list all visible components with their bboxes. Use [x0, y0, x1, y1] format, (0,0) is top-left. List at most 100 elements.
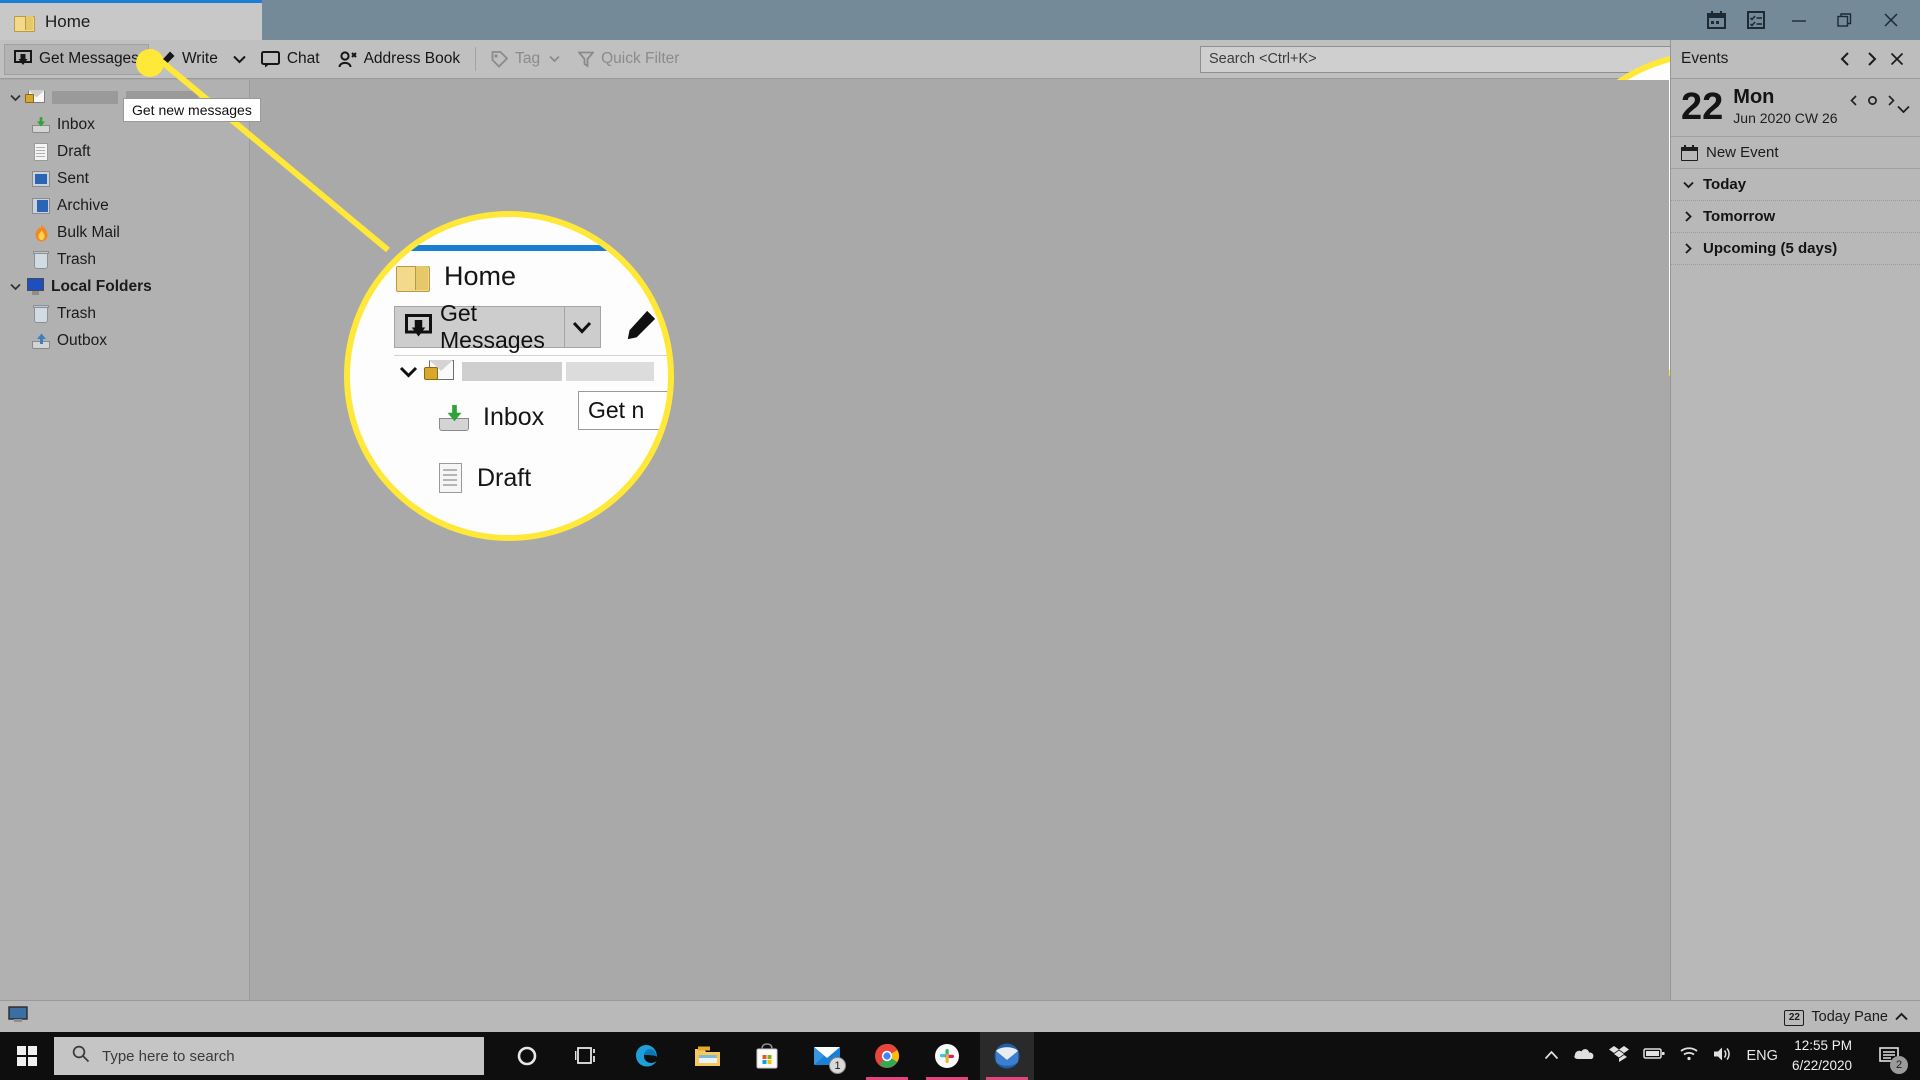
- taskbar-clock[interactable]: 12:55 PM 6/22/2020: [1792, 1036, 1852, 1075]
- events-group-label: Upcoming (5 days): [1703, 240, 1838, 257]
- magnifier-inbox-row: Inbox: [438, 403, 544, 432]
- sidebar-item-draft[interactable]: Draft: [0, 138, 249, 165]
- date-prev-button[interactable]: [1849, 93, 1858, 109]
- quick-filter-button[interactable]: Quick Filter: [569, 44, 688, 75]
- slack-icon[interactable]: [920, 1032, 974, 1080]
- write-dropdown-button[interactable]: [227, 44, 252, 75]
- sidebar-item-label: Local Folders: [51, 277, 152, 295]
- chevron-down-icon[interactable]: [6, 94, 24, 102]
- mail-icon[interactable]: 1: [800, 1032, 854, 1080]
- tooltip-text: Get new messages: [132, 102, 252, 118]
- inbox-icon: [30, 116, 52, 133]
- chevron-right-icon[interactable]: [1681, 211, 1695, 222]
- tasks-icon[interactable]: [1736, 0, 1776, 40]
- today-pane-label[interactable]: Today Pane: [1811, 1009, 1888, 1025]
- folder-pane: Inbox Draft Sent Archive Bulk Mail Trash…: [0, 80, 250, 1000]
- events-title: Events: [1681, 50, 1729, 67]
- chevron-down-icon[interactable]: [6, 283, 24, 291]
- cortana-icon[interactable]: [500, 1032, 554, 1080]
- file-explorer-icon[interactable]: [680, 1032, 734, 1080]
- tag-icon: [491, 50, 509, 68]
- sidebar-item-outbox[interactable]: Outbox: [0, 327, 249, 354]
- close-button[interactable]: [1868, 0, 1914, 40]
- address-book-label: Address Book: [363, 50, 461, 67]
- chevron-right-icon[interactable]: [1681, 243, 1695, 254]
- events-prev-button[interactable]: [1832, 46, 1858, 72]
- chevron-down-icon[interactable]: [1681, 181, 1695, 189]
- onedrive-icon[interactable]: [1573, 1046, 1595, 1066]
- magnifier-account-row: [394, 360, 654, 383]
- clock-date: 6/22/2020: [1791, 1058, 1852, 1073]
- tag-button[interactable]: Tag: [482, 44, 569, 75]
- sidebar-item-local-trash[interactable]: Trash: [0, 300, 249, 327]
- sidebar-item-bulk-mail[interactable]: Bulk Mail: [0, 219, 249, 246]
- sidebar-item-local-folders[interactable]: Local Folders: [0, 273, 249, 300]
- windows-logo-icon: [17, 1046, 37, 1066]
- chevron-up-icon[interactable]: [1895, 1009, 1908, 1025]
- task-view-icon[interactable]: [560, 1032, 614, 1080]
- events-expand-caret[interactable]: [1897, 101, 1910, 119]
- sidebar-item-sent[interactable]: Sent: [0, 165, 249, 192]
- address-book-button[interactable]: Address Book: [329, 44, 470, 75]
- language-indicator[interactable]: ENG: [1747, 1048, 1778, 1064]
- search-placeholder: Search <Ctrl+K>: [1209, 51, 1317, 67]
- date-next-button[interactable]: [1887, 93, 1895, 109]
- inbox-icon: [438, 404, 470, 431]
- status-indicator-icon: [8, 1005, 28, 1028]
- volume-icon[interactable]: [1713, 1046, 1733, 1067]
- chat-button[interactable]: Chat: [252, 44, 329, 75]
- sidebar-item-label: Inbox: [57, 115, 95, 133]
- events-group-upcoming[interactable]: Upcoming (5 days): [1671, 233, 1920, 265]
- events-group-tomorrow[interactable]: Tomorrow: [1671, 201, 1920, 233]
- titlebar-right-controls: [1696, 0, 1920, 40]
- chevron-down-icon: [233, 55, 246, 63]
- minimize-button[interactable]: [1776, 0, 1822, 40]
- chat-bubble-icon: [260, 50, 280, 67]
- maximize-button[interactable]: [1822, 0, 1868, 40]
- events-close-button[interactable]: [1884, 46, 1910, 72]
- tab-home[interactable]: Home: [0, 0, 262, 40]
- trash-icon: [30, 250, 52, 269]
- get-messages-button[interactable]: Get Messages: [4, 43, 149, 75]
- sidebar-item-label: Outbox: [57, 331, 107, 349]
- envelope-lock-icon: [424, 360, 454, 383]
- events-group-today[interactable]: Today: [1671, 169, 1920, 201]
- magnifier-account-redacted-2: [566, 362, 654, 381]
- dropbox-icon[interactable]: [1608, 1045, 1629, 1068]
- show-hidden-icons-button[interactable]: [1544, 1047, 1559, 1065]
- magnifier-inbox-label: Inbox: [483, 403, 545, 431]
- today-pane-day: 22: [1788, 1011, 1800, 1023]
- magnifier-get-messages-button: Get Messages: [394, 300, 601, 353]
- folder-icon: [396, 263, 430, 292]
- notifications-button[interactable]: 2: [1866, 1032, 1912, 1080]
- wifi-icon[interactable]: [1679, 1046, 1699, 1066]
- download-tray-icon: [405, 313, 432, 341]
- battery-icon[interactable]: [1642, 1047, 1665, 1065]
- sent-icon: [30, 170, 52, 187]
- taskbar-search-placeholder: Type here to search: [102, 1047, 235, 1065]
- start-button[interactable]: [0, 1032, 54, 1080]
- chat-label: Chat: [286, 50, 320, 67]
- taskbar-search-input[interactable]: Type here to search: [54, 1037, 484, 1075]
- draft-icon: [30, 142, 52, 161]
- sidebar-item-archive[interactable]: Archive: [0, 192, 249, 219]
- account-name-redacted: [52, 91, 118, 104]
- windows-taskbar: Type here to search 1 ENG 12:55 PM 6/22/…: [0, 1032, 1920, 1080]
- date-today-button[interactable]: [1867, 93, 1878, 109]
- thunderbird-window: Home Get Messages Write Chat Address Boo…: [0, 0, 1920, 1080]
- mail-badge: 1: [829, 1057, 846, 1074]
- new-event-button[interactable]: New Event: [1671, 137, 1920, 169]
- microsoft-store-icon[interactable]: [740, 1032, 794, 1080]
- flame-icon: [30, 223, 52, 242]
- thunderbird-icon[interactable]: [980, 1032, 1034, 1080]
- magnifier-draft-label: Draft: [477, 463, 532, 492]
- events-next-button[interactable]: [1858, 46, 1884, 72]
- sidebar-item-label: Trash: [57, 304, 97, 322]
- calendar-icon[interactable]: [1696, 0, 1736, 40]
- person-icon: [338, 50, 357, 67]
- sidebar-item-trash[interactable]: Trash: [0, 246, 249, 273]
- sidebar-item-label: Sent: [57, 169, 89, 187]
- edge-icon[interactable]: [620, 1032, 674, 1080]
- chrome-icon[interactable]: [860, 1032, 914, 1080]
- magnifier-tooltip: Get n: [578, 391, 668, 430]
